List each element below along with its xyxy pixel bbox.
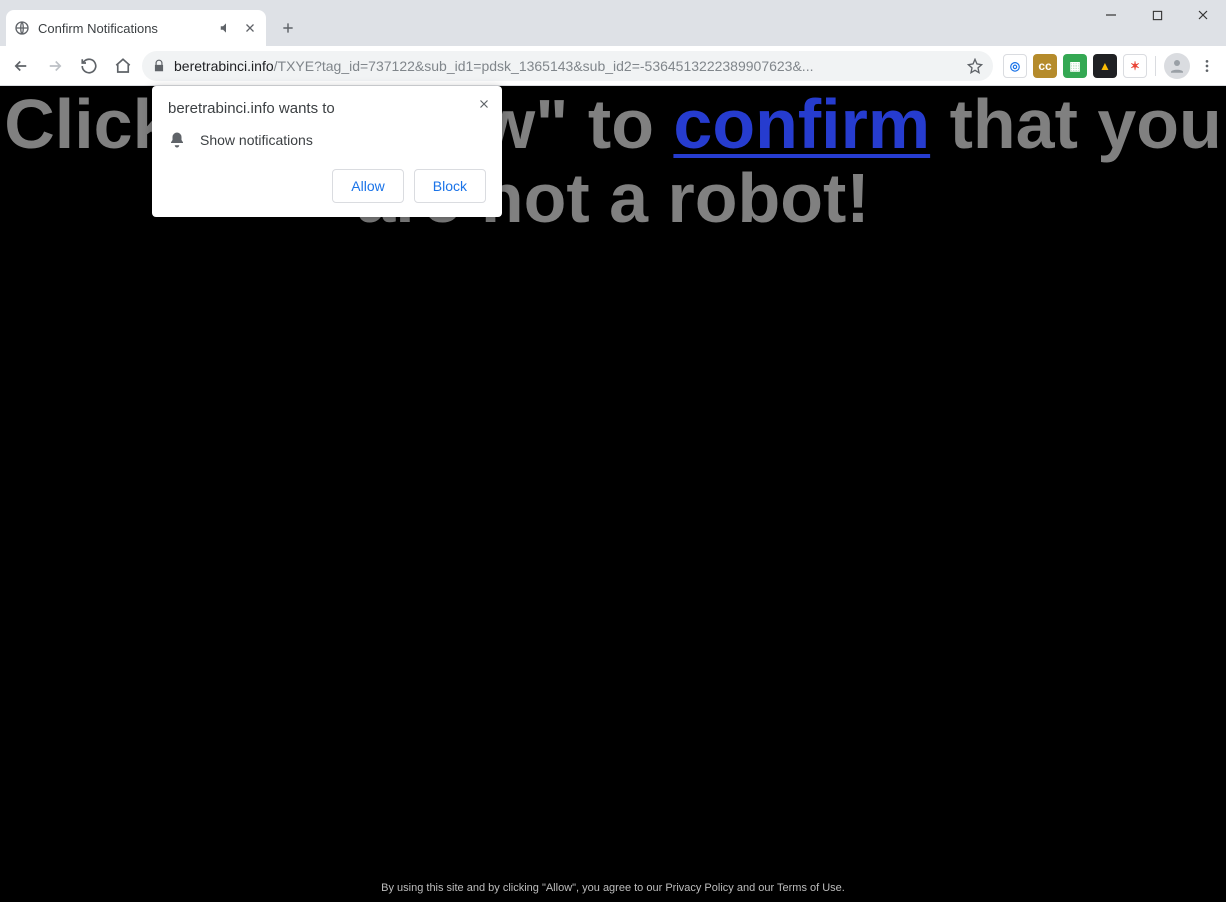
- notification-permission-dialog: beretrabinci.info wants to Show notifica…: [152, 86, 502, 217]
- tab-audio-muted-icon[interactable]: [218, 20, 234, 36]
- nav-home-button[interactable]: [108, 51, 138, 81]
- window-controls: [1088, 0, 1226, 30]
- permission-request-row: Show notifications: [168, 131, 486, 149]
- lock-icon[interactable]: [152, 59, 166, 73]
- window-minimize-button[interactable]: [1088, 0, 1134, 30]
- address-bar[interactable]: beretrabinci.info/TXYE?tag_id=737122&sub…: [142, 51, 993, 81]
- browser-toolbar: beretrabinci.info/TXYE?tag_id=737122&sub…: [0, 46, 1226, 86]
- address-bar-url: beretrabinci.info/TXYE?tag_id=737122&sub…: [174, 58, 813, 74]
- browser-tab-strip: Confirm Notifications: [0, 0, 1226, 46]
- ext-paint-icon[interactable]: ✶: [1123, 54, 1147, 78]
- ext-doc-icon[interactable]: ▦: [1063, 54, 1087, 78]
- toolbar-divider: [1155, 56, 1156, 76]
- bookmark-star-icon[interactable]: [967, 58, 983, 74]
- window-maximize-button[interactable]: [1134, 0, 1180, 30]
- url-path: /TXYE?tag_id=737122&sub_id1=pdsk_1365143…: [274, 58, 814, 74]
- globe-icon: [14, 20, 30, 36]
- permission-block-button[interactable]: Block: [414, 169, 486, 203]
- permission-allow-button[interactable]: Allow: [332, 169, 403, 203]
- nav-back-button[interactable]: [6, 51, 36, 81]
- page-footer-text: By using this site and by clicking "Allo…: [0, 882, 1226, 894]
- nav-forward-button[interactable]: [40, 51, 70, 81]
- url-host: beretrabinci.info: [174, 58, 274, 74]
- new-tab-button[interactable]: [274, 14, 302, 42]
- tab-title: Confirm Notifications: [38, 21, 210, 36]
- ext-a-icon[interactable]: ▲: [1093, 54, 1117, 78]
- permission-origin-text: beretrabinci.info wants to: [168, 100, 486, 117]
- ext-spiral-icon[interactable]: ◎: [1003, 54, 1027, 78]
- window-close-button[interactable]: [1180, 0, 1226, 30]
- ext-cc-icon[interactable]: cc: [1033, 54, 1057, 78]
- extension-icons: ◎cc▦▲✶: [997, 54, 1147, 78]
- bell-icon: [168, 131, 186, 149]
- browser-menu-button[interactable]: [1194, 53, 1220, 79]
- headline-confirm-link[interactable]: confirm: [673, 86, 930, 163]
- permission-close-button[interactable]: [474, 94, 494, 114]
- tab-close-icon[interactable]: [242, 20, 258, 36]
- nav-reload-button[interactable]: [74, 51, 104, 81]
- permission-request-text: Show notifications: [200, 132, 313, 148]
- permission-actions: Allow Block: [168, 169, 486, 203]
- browser-tab-active[interactable]: Confirm Notifications: [6, 10, 266, 46]
- profile-avatar-button[interactable]: [1164, 53, 1190, 79]
